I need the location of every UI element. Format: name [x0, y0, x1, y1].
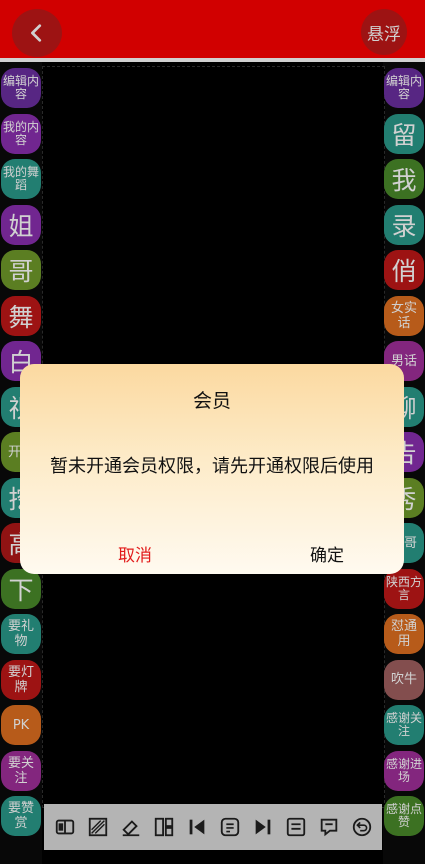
- dialog-title: 会员: [192, 390, 231, 412]
- dialog-message: 暂未开通会员权限，请先开通权限后使用: [50, 456, 374, 477]
- cancel-button[interactable]: 取消: [60, 540, 210, 567]
- confirm-button[interactable]: 确定: [252, 540, 402, 567]
- membership-dialog: 会员 暂未开通会员权限，请先开通权限后使用 取消 确定: [20, 364, 404, 574]
